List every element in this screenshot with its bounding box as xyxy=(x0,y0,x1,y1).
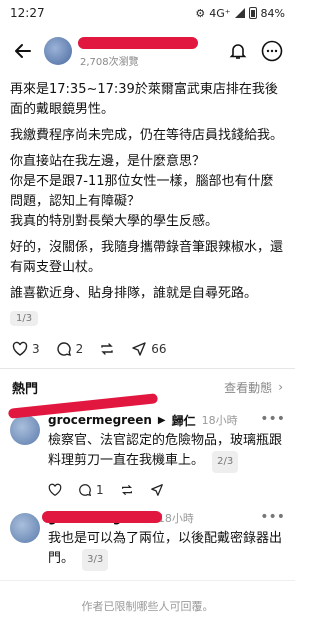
chevron-right-icon: › xyxy=(278,380,283,394)
status-time: 12:27 xyxy=(10,6,45,20)
reply-arrow-icon: ▶ xyxy=(157,414,166,426)
reply-page-badge: 2/3 xyxy=(212,451,239,473)
comment-count: 2 xyxy=(75,342,84,356)
author-info: grocerme_green 2,708次瀏覽 xyxy=(78,35,217,68)
post-actions: 3 2 66 xyxy=(0,326,295,362)
heart-icon xyxy=(12,341,28,356)
comment-icon xyxy=(56,342,71,356)
thread-header: grocerme_green 2,708次瀏覽 xyxy=(0,26,295,76)
reply-item: grocermegreen ▶ 歸仁 18小時 ••• 檢察官、法官認定的危險物… xyxy=(0,393,295,503)
post-paragraph: 我真的特別對長榮大學的學生反感。 xyxy=(10,214,219,229)
reply-item: grocermegreen 18小時 ••• 我也是可以為了兩位，以後配戴密錄器… xyxy=(0,503,295,571)
repost-button[interactable] xyxy=(99,341,115,357)
reply-comment-button[interactable]: 1 xyxy=(78,483,104,497)
reply-header: grocermegreen 18小時 ••• xyxy=(42,509,285,527)
reply-share-button[interactable] xyxy=(150,483,164,497)
divider xyxy=(0,580,295,581)
comment-icon xyxy=(79,484,92,497)
battery-level: 84% xyxy=(260,6,285,20)
post-page-badge: 1/3 xyxy=(10,311,39,326)
post-paragraph: 再來是17:35~17:39於萊爾富武東店排在我後面的戴眼鏡男性。 xyxy=(10,82,278,117)
reply-restriction-note: 作者已限制哪些人可回覆。 xyxy=(81,600,214,613)
back-button[interactable] xyxy=(10,38,36,64)
redaction-mark xyxy=(78,36,198,49)
more-options-button[interactable] xyxy=(259,38,285,64)
reply-text: 檢察官、法官認定的危險物品，玻璃瓶跟料理剪刀一直在我機車上。 2/3 xyxy=(48,431,285,473)
view-count: 2,708次瀏覽 xyxy=(80,56,139,68)
reply-time: 18小時 xyxy=(201,414,238,427)
sort-popular-button[interactable]: 熱門 xyxy=(12,378,38,397)
like-button[interactable]: 3 xyxy=(12,341,40,357)
author-avatar[interactable] xyxy=(44,37,72,65)
repost-icon xyxy=(121,485,132,495)
status-bar: 12:27 ⚙ 4G⁺ 84% xyxy=(0,0,295,26)
reply-like-button[interactable] xyxy=(48,483,62,497)
notifications-button[interactable] xyxy=(225,38,251,64)
reply-avatar[interactable] xyxy=(10,415,40,445)
settings-icon: ⚙ xyxy=(195,6,206,20)
reply-text-content: 檢察官、法官認定的危險物品，玻璃瓶跟料理剪刀一直在我機車上。 xyxy=(48,433,283,468)
more-options-icon[interactable]: ••• xyxy=(260,411,285,427)
reply-repost-button[interactable] xyxy=(120,483,134,497)
post-paragraph: 你直接站在我左邊，是什麼意思？ xyxy=(10,154,206,169)
status-indicators: ⚙ 4G⁺ 84% xyxy=(195,7,285,20)
share-button[interactable]: 66 xyxy=(131,341,167,357)
post-body: 再來是17:35~17:39於萊爾富武東店排在我後面的戴眼鏡男性。 我繳費程序尚… xyxy=(0,76,295,326)
more-options-icon[interactable]: ••• xyxy=(260,509,285,525)
view-activity-link[interactable]: 查看動態 › xyxy=(224,379,283,396)
reply-text: 我也是可以為了兩位，以後配戴密錄器出門。 3/3 xyxy=(48,529,285,571)
post-paragraph: 我繳費程序尚未完成，仍在等待店員找錢給我。 xyxy=(10,128,284,143)
reply-body: grocermegreen ▶ 歸仁 18小時 ••• 檢察官、法官認定的危險物… xyxy=(7,393,285,503)
redaction-mark xyxy=(42,511,162,523)
network-label: 4G⁺ xyxy=(209,6,231,20)
like-count: 3 xyxy=(32,342,40,356)
reply-to-name[interactable]: 歸仁 xyxy=(172,412,196,429)
comment-button[interactable]: 2 xyxy=(56,341,84,357)
repost-icon xyxy=(101,343,113,355)
view-activity-label: 查看動態 xyxy=(224,380,273,395)
heart-icon xyxy=(48,483,62,496)
post-paragraph: 你是不是跟7-11那位女性一樣，腦部也有什麼問題，認知上有障礙？ xyxy=(10,174,274,209)
share-count: 66 xyxy=(151,342,167,356)
send-icon xyxy=(150,484,163,496)
send-icon xyxy=(132,342,146,356)
more-circle-icon xyxy=(261,40,283,62)
signal-icon xyxy=(234,8,245,18)
reply-author[interactable]: grocermegreen xyxy=(48,413,152,427)
arrow-left-icon xyxy=(15,44,31,58)
reply-time: 18小時 xyxy=(157,512,194,525)
reply-avatar[interactable] xyxy=(10,513,40,543)
reply-body: grocermegreen 18小時 ••• 我也是可以為了兩位，以後配戴密錄器… xyxy=(42,509,285,571)
post-paragraph: 誰喜歡近身、貼身排隊，誰就是自尋死路。 xyxy=(10,286,258,301)
post-paragraph: 好的，沒關係，我隨身攜帶錄音筆跟辣椒水，還有兩支登山杖。 xyxy=(10,240,284,275)
reply-page-badge: 3/3 xyxy=(82,549,109,571)
reply-comment-count: 1 xyxy=(96,483,104,497)
reply-actions: 1 xyxy=(48,473,285,503)
bell-icon xyxy=(229,44,247,59)
reply-header: grocermegreen ▶ 歸仁 18小時 ••• xyxy=(7,393,285,429)
battery-icon xyxy=(248,7,257,19)
